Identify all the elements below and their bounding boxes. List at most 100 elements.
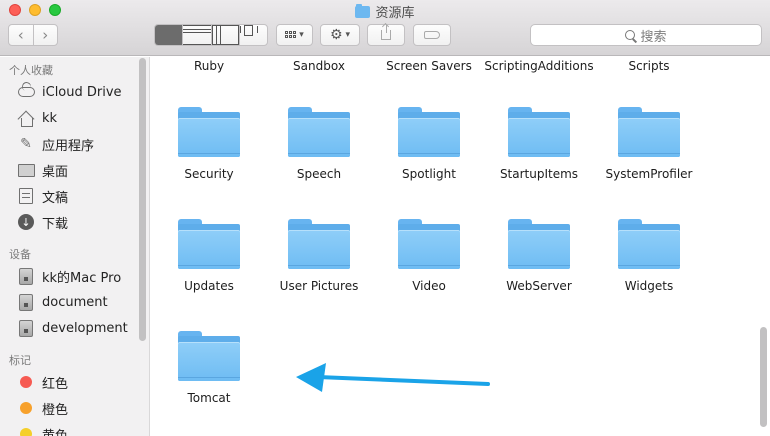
sidebar-item-documents[interactable]: 文稿	[16, 185, 68, 207]
sidebar-item-desktop[interactable]: 桌面	[16, 159, 68, 181]
download-icon: ↓	[16, 213, 36, 231]
sidebar-item-label: kk的Mac Pro	[42, 270, 122, 286]
folder-icon	[508, 217, 570, 269]
folder-item[interactable]: Spotlight	[374, 105, 484, 182]
column-view-button[interactable]	[210, 25, 239, 45]
tags-button[interactable]	[413, 24, 451, 46]
folder-icon	[178, 217, 240, 269]
folder-label: Screen Savers	[386, 59, 472, 73]
sidebar-scrollbar[interactable]	[139, 58, 146, 341]
sidebar: 个人收藏 iCloud Drive kk ✎ 应用程序 桌面 文稿 ↓ 下载 设…	[0, 57, 150, 436]
sidebar-item-label: 下载	[42, 216, 69, 232]
folder-item[interactable]: Ruby	[154, 59, 264, 74]
content-scrollbar[interactable]	[760, 327, 767, 427]
sidebar-item-mac-pro[interactable]: kk的Mac Pro	[16, 265, 121, 287]
list-view-button[interactable]	[182, 25, 211, 45]
sidebar-item-tag-orange[interactable]: 橙色	[16, 397, 68, 419]
window-toolbar: 资源库 ‹ › ▾ ⚙ ▾ 搜索	[0, 0, 770, 56]
sidebar-item-label: 文稿	[42, 190, 69, 206]
cover-flow-icon	[239, 25, 267, 45]
folder-label: Updates	[184, 279, 234, 293]
chevron-down-icon: ▾	[345, 30, 351, 40]
sidebar-item-tag-red[interactable]: 红色	[16, 371, 68, 393]
sidebar-item-document[interactable]: document	[16, 291, 108, 313]
folder-label: Scripts	[628, 59, 670, 73]
folder-label: ScriptingAdditions	[484, 59, 594, 73]
sidebar-item-label: document	[42, 294, 108, 310]
folder-item[interactable]: SystemProfiler	[594, 105, 704, 182]
columns-icon	[211, 25, 239, 45]
arrange-button[interactable]: ▾	[276, 24, 313, 46]
folder-item[interactable]: Security	[154, 105, 264, 182]
folder-icon	[508, 105, 570, 157]
action-button[interactable]: ⚙ ▾	[320, 24, 360, 46]
folder-label: Ruby	[193, 59, 225, 73]
folder-icon	[398, 217, 460, 269]
folder-label: Speech	[296, 167, 342, 181]
folder-icon	[288, 105, 350, 157]
folder-item[interactable]: Sandbox	[264, 59, 374, 74]
folder-label: Sandbox	[293, 59, 345, 73]
folder-icon	[618, 105, 680, 157]
sidebar-item-applications[interactable]: ✎ 应用程序	[16, 133, 94, 155]
folder-item[interactable]: Speech	[264, 105, 374, 182]
tag-color-dot	[20, 402, 32, 414]
sidebar-item-label: development	[42, 320, 128, 336]
folder-item[interactable]: ScriptingAdditions	[484, 59, 594, 74]
sidebar-item-downloads[interactable]: ↓ 下载	[16, 211, 68, 233]
sidebar-item-label: 橙色	[42, 402, 69, 418]
forward-button[interactable]: ›	[32, 25, 58, 45]
folder-item[interactable]: Updates	[154, 217, 264, 294]
navigation-buttons: ‹ ›	[8, 24, 58, 46]
search-input[interactable]: 搜索	[530, 24, 762, 46]
folder-label: User Pictures	[279, 279, 359, 293]
cloud-icon	[16, 83, 36, 101]
folder-item[interactable]: User Pictures	[264, 217, 374, 294]
folder-item[interactable]: Tomcat	[154, 329, 264, 406]
sidebar-item-label: kk	[42, 110, 58, 126]
folder-icon	[398, 105, 460, 157]
back-button[interactable]: ‹	[9, 25, 33, 45]
sidebar-item-home[interactable]: kk	[16, 107, 57, 129]
folder-label: Spotlight	[402, 167, 456, 181]
search-icon	[625, 30, 636, 40]
disk-icon	[16, 319, 36, 337]
sidebar-item-label: 桌面	[42, 164, 69, 180]
folder-label: Video	[412, 279, 446, 293]
disk-icon	[16, 293, 36, 311]
folder-item[interactable]: WebServer	[484, 217, 594, 294]
folder-item[interactable]: StartupItems	[484, 105, 594, 182]
sidebar-item-label: 红色	[42, 376, 69, 392]
folder-label: StartupItems	[499, 167, 579, 181]
folder-label: Widgets	[624, 279, 674, 293]
folder-item[interactable]: Scripts	[594, 59, 704, 74]
view-mode-selector	[154, 24, 268, 46]
sidebar-item-tag-yellow[interactable]: 黄色	[16, 423, 68, 436]
disk-icon	[16, 267, 36, 285]
sidebar-item-label: 黄色	[42, 428, 69, 436]
folder-item[interactable]: Screen Savers	[374, 59, 484, 74]
share-button[interactable]	[367, 24, 405, 46]
sidebar-item-icloud-drive[interactable]: iCloud Drive	[16, 81, 122, 103]
icon-view-button[interactable]	[155, 25, 183, 45]
home-icon	[16, 109, 36, 127]
folder-icon	[355, 3, 371, 18]
chevron-down-icon: ▾	[299, 30, 304, 40]
folder-icon	[178, 329, 240, 381]
desktop-icon	[16, 161, 36, 179]
search-placeholder: 搜索	[640, 29, 667, 45]
tag-icon	[424, 31, 440, 39]
gear-icon: ⚙	[329, 27, 343, 43]
document-icon	[16, 187, 36, 205]
folder-icon	[178, 105, 240, 157]
sidebar-item-development[interactable]: development	[16, 317, 128, 339]
window-title-text: 资源库	[375, 6, 415, 21]
folder-label: Security	[184, 167, 234, 181]
cover-flow-button[interactable]	[238, 25, 267, 45]
sidebar-section-tags: 标记	[9, 354, 31, 367]
share-icon	[381, 25, 391, 40]
folder-item[interactable]: Video	[374, 217, 484, 294]
folder-item[interactable]: Widgets	[594, 217, 704, 294]
folder-label: WebServer	[506, 279, 572, 293]
sidebar-section-devices: 设备	[9, 248, 31, 261]
